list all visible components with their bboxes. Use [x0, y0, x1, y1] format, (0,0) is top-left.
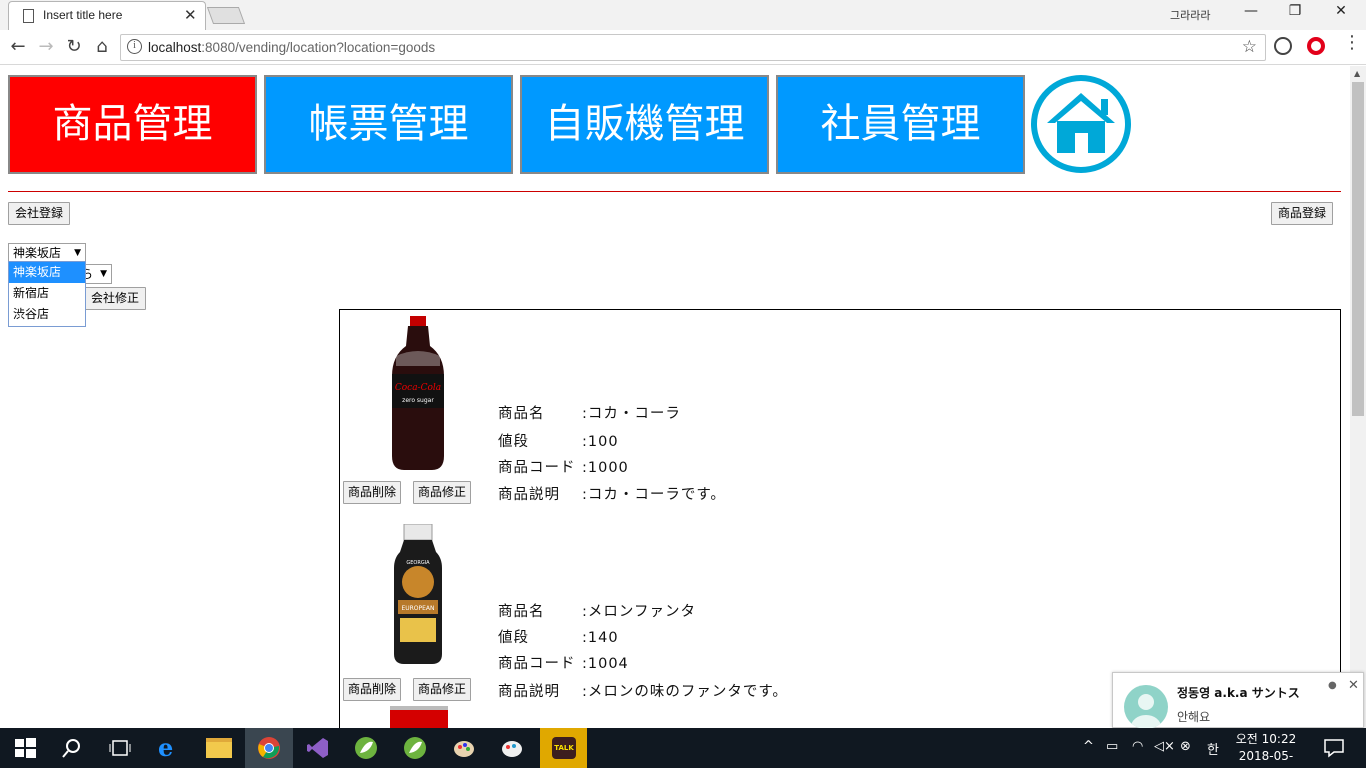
system-clock[interactable]: 오전 10:22 2018-05-31	[1232, 731, 1300, 782]
nav-tile-reports[interactable]: 帳票管理	[264, 75, 513, 174]
document-icon	[23, 9, 34, 23]
divider	[8, 191, 1341, 192]
svg-text:Coca-Cola: Coca-Cola	[395, 383, 441, 393]
product-name-row: 商品名:メロンファンタ	[498, 604, 696, 620]
nav-tile-goods[interactable]: 商品管理	[8, 75, 257, 174]
product-name: :メロンファンタ	[582, 604, 696, 620]
url-text[interactable]: localhost:8080/vending/location?location…	[148, 40, 435, 55]
store-option[interactable]: 神楽坂店	[9, 262, 85, 283]
edge-icon[interactable]: e	[158, 736, 182, 760]
scrollbar-thumb[interactable]	[1352, 82, 1364, 416]
notification-message: 안해요	[1177, 710, 1211, 724]
opera-extension-icon[interactable]	[1307, 37, 1325, 55]
bookmark-star-icon[interactable]: ☆	[1242, 37, 1257, 57]
page-scrollbar[interactable]: ▲	[1350, 66, 1366, 728]
volume-muted-icon[interactable]: ◁×	[1154, 739, 1175, 754]
spring-tool-icon-2[interactable]	[403, 736, 427, 760]
back-icon[interactable]: ←	[6, 36, 30, 57]
browser-toolbar: ← → ↻ ⌂ i localhost:8080/vending/locatio…	[0, 30, 1366, 65]
product-code: :1000	[582, 460, 629, 476]
product-code: :1004	[582, 656, 629, 672]
kakaotalk-icon[interactable]: TALK	[552, 737, 576, 759]
scroll-up-icon[interactable]: ▲	[1354, 69, 1360, 78]
product-desc-row: 商品説明:メロンの味のファンタです。	[498, 684, 788, 700]
browser-tab[interactable]: Insert title here ✕	[8, 1, 206, 30]
product-delete-button[interactable]: 商品削除	[343, 678, 402, 701]
paint-3d-icon[interactable]	[500, 736, 524, 760]
search-icon[interactable]	[60, 736, 84, 760]
notification-sender: 정동영 a.k.a サントス	[1177, 686, 1300, 700]
info-icon[interactable]: i	[127, 39, 142, 54]
product-delete-button[interactable]: 商品削除	[343, 481, 402, 504]
avatar	[1124, 685, 1168, 729]
house-icon	[1047, 93, 1115, 153]
dropdown-arrow-icon: ▼	[100, 269, 107, 279]
chat-notification[interactable]: 정동영 a.k.a サントス 안해요 ● ✕	[1112, 672, 1364, 729]
product-desc: :メロンの味のファンタです。	[582, 684, 788, 700]
company-edit-button[interactable]: 会社修正	[84, 287, 147, 310]
svg-text:EUROPEAN: EUROPEAN	[401, 605, 434, 612]
tray-expand-icon[interactable]: ^	[1083, 739, 1094, 754]
spring-tool-icon[interactable]	[354, 736, 378, 760]
tab-close-icon[interactable]: ✕	[184, 6, 197, 24]
notification-close-icon[interactable]: ✕	[1348, 678, 1359, 693]
product-name: :コカ・コーラ	[582, 406, 681, 422]
battery-icon[interactable]: ▭	[1106, 739, 1118, 754]
store-select[interactable]: 神楽坂店 ▼	[8, 243, 86, 263]
minimize-button[interactable]: —	[1228, 3, 1274, 19]
company-register-button[interactable]: 会社登録	[8, 202, 71, 225]
product-list: Coca-Cola zero sugar 商品削除 商品修正 商品名:コカ・コー…	[339, 309, 1341, 728]
svg-text:zero sugar: zero sugar	[402, 397, 434, 404]
product-price: :140	[582, 630, 619, 646]
restore-button[interactable]: ❐	[1272, 3, 1318, 19]
address-bar[interactable]: i localhost:8080/vending/location?locati…	[120, 34, 1266, 61]
profile-label[interactable]: 그라라라	[1170, 7, 1210, 23]
nav-tile-vending[interactable]: 自販機管理	[520, 75, 769, 174]
product-desc-row: 商品説明:コカ・コーラです。	[498, 487, 726, 503]
nav-tile-employees[interactable]: 社員管理	[776, 75, 1025, 174]
product-code-row: 商品コード:1000	[498, 460, 629, 476]
wifi-icon[interactable]: ◠	[1132, 739, 1143, 754]
product-image	[390, 706, 448, 728]
ime-indicator[interactable]: 한	[1207, 739, 1219, 758]
browser-menu-icon[interactable]: ⋮	[1343, 34, 1361, 52]
product-price: :100	[582, 434, 619, 450]
extension-icon[interactable]	[1274, 37, 1292, 55]
windows-taskbar: e TALK ^ ▭ ◠ ◁× ⊗ 한 오전 10:22 2018-05-31	[0, 728, 1366, 780]
action-center-icon[interactable]	[1322, 736, 1346, 760]
home-nav-icon[interactable]: ⌂	[90, 36, 114, 57]
file-explorer-icon[interactable]	[206, 738, 232, 758]
close-window-button[interactable]: ✕	[1318, 3, 1364, 19]
svg-text:GEORGIA: GEORGIA	[406, 560, 430, 566]
product-name-row: 商品名:コカ・コーラ	[498, 406, 681, 422]
tab-title: Insert title here	[43, 8, 123, 22]
task-view-icon[interactable]	[108, 736, 132, 760]
page-viewport: 商品管理 帳票管理 自販機管理 社員管理 会社登録 商品登録 神楽坂店 ▼ ら …	[0, 66, 1350, 728]
paint-icon[interactable]	[452, 736, 476, 760]
product-code-row: 商品コード:1004	[498, 656, 629, 672]
product-image: EUROPEAN GEORGIA	[394, 524, 442, 664]
new-tab-button[interactable]	[206, 7, 246, 24]
store-dropdown-list[interactable]: 神楽坂店 新宿店 渋谷店	[8, 261, 86, 327]
store-option[interactable]: 渋谷店	[9, 304, 85, 325]
store-option[interactable]: 新宿店	[9, 283, 85, 304]
product-image: Coca-Cola zero sugar	[392, 316, 444, 470]
chrome-icon[interactable]	[257, 736, 281, 760]
forward-icon[interactable]: →	[34, 36, 58, 57]
product-edit-button[interactable]: 商品修正	[413, 678, 472, 701]
clock-date: 2018-05-31	[1238, 749, 1294, 780]
windows-start-icon[interactable]	[13, 736, 37, 760]
reload-icon[interactable]: ↻	[62, 36, 86, 57]
product-price-row: 値段:140	[498, 630, 619, 646]
product-edit-button[interactable]: 商品修正	[413, 481, 472, 504]
product-desc: :コカ・コーラです。	[582, 487, 726, 503]
clock-time: 오전 10:22	[1235, 732, 1297, 746]
home-icon[interactable]	[1031, 75, 1131, 173]
product-register-button[interactable]: 商品登録	[1271, 202, 1334, 225]
visual-studio-icon[interactable]	[306, 736, 330, 760]
status-error-icon[interactable]: ⊗	[1180, 739, 1191, 754]
pin-icon[interactable]: ●	[1328, 680, 1337, 691]
dropdown-arrow-icon: ▼	[74, 248, 81, 258]
product-price-row: 値段:100	[498, 434, 619, 450]
